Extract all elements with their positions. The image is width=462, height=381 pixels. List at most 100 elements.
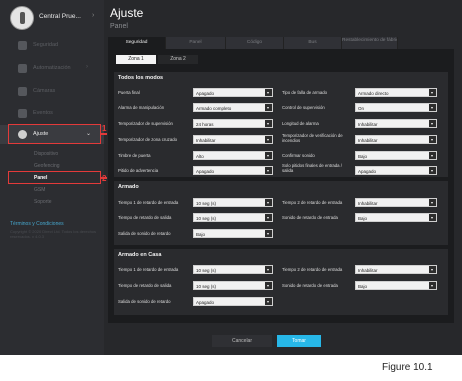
tab-seguridad[interactable]: Seguridad xyxy=(108,37,166,49)
tab-zona-1[interactable]: Zona 1 xyxy=(116,55,156,64)
terms-link[interactable]: Términos y Condiciones xyxy=(10,221,98,227)
sidebar-item-automatizacion[interactable]: Automatización › xyxy=(0,59,104,78)
automation-icon xyxy=(18,64,27,73)
casa-sonido-retardo-entrada-select[interactable]: Bajo xyxy=(355,281,437,290)
select-value: Bajo xyxy=(196,231,206,237)
field-label: Salida de sonido de retardo xyxy=(118,299,171,304)
field-label: Longitud de alarma xyxy=(282,121,319,126)
select-value: 10 seg (s) xyxy=(196,215,217,221)
submenu-item-soporte[interactable]: Soporte xyxy=(34,199,52,205)
select-value: Apagado xyxy=(196,168,215,174)
casa-salida-sonido-select[interactable]: Apagado xyxy=(193,297,273,306)
select-value: 10 seg (s) xyxy=(196,283,217,289)
select-value: 10 seg (s) xyxy=(196,200,217,206)
chevron-down-icon xyxy=(265,89,272,96)
sidebar-item-eventos[interactable]: Eventos xyxy=(0,104,104,123)
tab-restablecimiento[interactable]: Restablecimiento de fábrica xyxy=(342,37,398,49)
chevron-down-icon xyxy=(429,199,436,206)
chevron-down-icon xyxy=(429,282,436,289)
field-label: Temporizador de zona cruzado xyxy=(118,137,177,142)
puerta-final-select[interactable]: Apagado xyxy=(193,88,273,97)
cancel-button[interactable]: Cancelar xyxy=(212,335,272,347)
field-label: Puerta final xyxy=(118,90,140,95)
tab-panel[interactable]: Panel xyxy=(166,37,226,49)
armado-sonido-retardo-entrada-select[interactable]: Bajo xyxy=(355,213,437,222)
page-title: Ajuste xyxy=(110,6,144,20)
select-value: Alto xyxy=(196,153,204,159)
callout-box-1 xyxy=(8,124,101,144)
armado-salida-sonido-select[interactable]: Bajo xyxy=(193,229,273,238)
select-value: Armado directo xyxy=(358,90,389,96)
shield-icon xyxy=(18,41,27,50)
field-label: Tiempo 2 de retardo de entrada xyxy=(282,200,343,205)
field-label: Sonido de retardo de entrada xyxy=(282,283,338,288)
field-label: Salida de sonido de retardo xyxy=(118,231,171,236)
field-label: Tiempo de retardo de salida xyxy=(118,215,172,220)
armado-retardo-entrada-1-select[interactable]: 10 seg (s) xyxy=(193,198,273,207)
field-label: Control de supervisión xyxy=(282,105,325,110)
field-label: Temporizador de supervisión xyxy=(118,121,173,126)
chevron-down-icon xyxy=(429,152,436,159)
pitido-advertencia-select[interactable]: Apagado xyxy=(193,166,273,175)
select-value: Inhabilitar xyxy=(196,137,216,143)
chevron-down-icon xyxy=(265,230,272,237)
select-value: Apagado xyxy=(358,168,377,174)
chevron-down-icon xyxy=(265,120,272,127)
chevron-down-icon xyxy=(265,266,272,273)
casa-retardo-salida-select[interactable]: 10 seg (s) xyxy=(193,281,273,290)
casa-retardo-entrada-2-select[interactable]: Inhabilitar xyxy=(355,265,437,274)
field-label: Tipo de falla de armado xyxy=(282,90,327,95)
save-button[interactable]: Tomar xyxy=(277,335,321,347)
select-value: Armado completo xyxy=(196,105,232,111)
select-value: Inhabilitar xyxy=(358,121,378,127)
events-icon xyxy=(18,109,27,118)
tipo-falla-armado-select[interactable]: Armado directo xyxy=(355,88,437,97)
tab-bus[interactable]: Bus xyxy=(284,37,342,49)
select-value: Inhabilitar xyxy=(358,267,378,273)
sidebar-item-camaras[interactable]: Cámaras xyxy=(0,82,104,101)
field-label: Solo pitidos finales de entrada / salida xyxy=(282,163,342,173)
chevron-down-icon xyxy=(265,136,272,143)
brand-name: Central Prue... xyxy=(39,13,81,20)
longitud-alarma-select[interactable]: Inhabilitar xyxy=(355,119,437,128)
verificacion-incendios-select[interactable]: Inhabilitar xyxy=(355,135,437,144)
tab-codigo[interactable]: Código xyxy=(226,37,284,49)
page-subtitle: Panel xyxy=(110,23,128,30)
chevron-down-icon xyxy=(265,199,272,206)
select-value: 10 seg (s) xyxy=(196,267,217,273)
field-label: Confirmar sonido xyxy=(282,153,315,158)
select-value: Inhabilitar xyxy=(358,200,378,206)
pitidos-finales-select[interactable]: Apagado xyxy=(355,166,437,175)
casa-retardo-entrada-1-select[interactable]: 10 seg (s) xyxy=(193,265,273,274)
callout-line-1 xyxy=(101,133,107,135)
panel-logo-icon xyxy=(10,6,34,30)
callout-box-2 xyxy=(8,171,101,184)
confirmar-sonido-select[interactable]: Bajo xyxy=(355,151,437,160)
section-title: Armado en Casa xyxy=(118,252,162,258)
chevron-down-icon xyxy=(265,298,272,305)
brand-header[interactable]: Central Prue... › xyxy=(4,4,100,32)
field-label: Tiempo de retardo de salida xyxy=(118,283,172,288)
section-title: Todos los modos xyxy=(118,75,164,81)
field-label: Pitido de advertencia xyxy=(118,168,159,173)
camera-icon xyxy=(18,87,27,96)
timbre-puerta-select[interactable]: Alto xyxy=(193,151,273,160)
submenu-item-dispositivo[interactable]: Dispositivo xyxy=(34,151,58,157)
control-supervision-select[interactable]: On xyxy=(355,103,437,112)
alarma-manipulacion-select[interactable]: Armado completo xyxy=(193,103,273,112)
temporizador-zona-cruzado-select[interactable]: Inhabilitar xyxy=(193,135,273,144)
submenu-item-gsm[interactable]: GSM xyxy=(34,187,45,193)
armado-retardo-salida-select[interactable]: 10 seg (s) xyxy=(193,213,273,222)
select-value: Apagado xyxy=(196,90,215,96)
field-label: Tiempo 1 de retardo de entrada xyxy=(118,200,179,205)
temporizador-supervision-select[interactable]: 24 horas xyxy=(193,119,273,128)
tab-zona-2[interactable]: Zona 2 xyxy=(158,55,198,64)
sidebar-item-seguridad[interactable]: Seguridad xyxy=(0,36,104,55)
armado-retardo-entrada-2-select[interactable]: Inhabilitar xyxy=(355,198,437,207)
zone-tabs: Zona 1 Zona 2 xyxy=(116,55,206,64)
chevron-down-icon xyxy=(265,104,272,111)
select-value: Bajo xyxy=(358,153,368,159)
chevron-right-icon: › xyxy=(92,12,95,19)
submenu-item-geofencing[interactable]: Geofencing xyxy=(34,163,60,169)
chevron-down-icon xyxy=(429,104,436,111)
